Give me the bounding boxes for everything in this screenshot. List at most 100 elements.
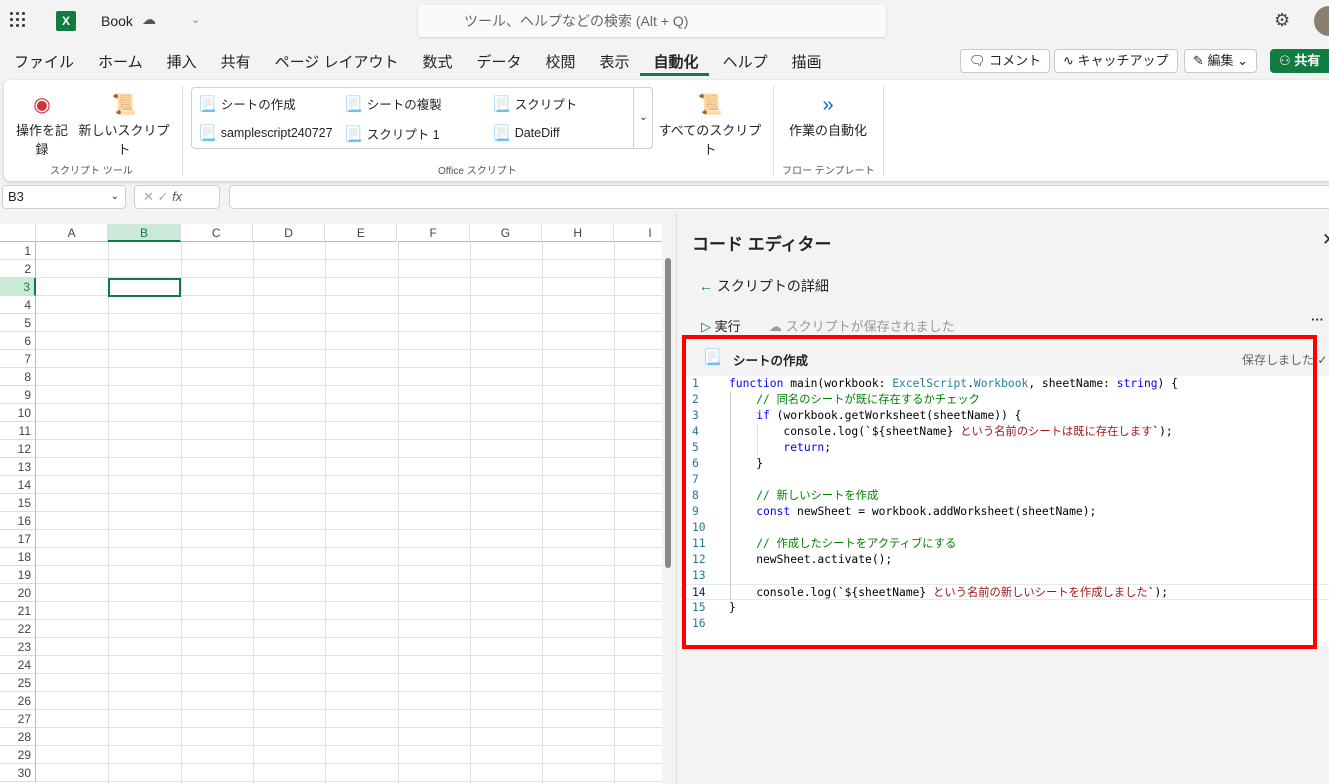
row-header[interactable]: 13 <box>0 458 36 476</box>
spreadsheet-grid[interactable]: A B C D E F G H I 1 2 3 4 5 6 7 8 9 10 11 12 13 14 15 16 17 18 19 20… <box>0 224 662 784</box>
row-header[interactable]: 18 <box>0 548 36 566</box>
row-header[interactable]: 30 <box>0 764 36 782</box>
column-header[interactable]: F <box>397 224 470 242</box>
back-button[interactable]: ← スクリプトの詳細 <box>699 276 829 296</box>
row-header[interactable]: 11 <box>0 422 36 440</box>
select-all-corner[interactable] <box>0 224 36 242</box>
row-header[interactable]: 7 <box>0 350 36 368</box>
row-header[interactable]: 17 <box>0 530 36 548</box>
document-title[interactable]: Book <box>101 13 133 29</box>
gridline <box>36 655 662 656</box>
row-header[interactable]: 12 <box>0 440 36 458</box>
gridline <box>614 242 616 784</box>
share-button[interactable]: ⚇ 共有 <box>1270 49 1329 73</box>
column-header[interactable]: G <box>469 224 543 242</box>
menu-tab[interactable]: 数式 <box>408 46 462 76</box>
new-script-label: 新しいスクリプト <box>78 123 170 157</box>
row-header[interactable]: 16 <box>0 512 36 530</box>
formula-input[interactable] <box>229 185 1329 209</box>
row-header[interactable]: 20 <box>0 584 36 602</box>
gridline <box>36 547 662 548</box>
menu-tab[interactable]: ホーム <box>84 46 153 76</box>
scrollbar-thumb[interactable] <box>665 258 671 568</box>
row-header[interactable]: 15 <box>0 494 36 512</box>
menu-tab[interactable]: ファイル <box>0 46 84 76</box>
menu-tab[interactable]: 挿入 <box>153 46 207 76</box>
row-header[interactable]: 23 <box>0 638 36 656</box>
cloud-sync-icon: ☁ <box>769 319 782 334</box>
avatar[interactable] <box>1314 6 1329 36</box>
menu-tab[interactable]: データ <box>463 46 532 76</box>
column-header[interactable]: B <box>108 224 181 242</box>
gridline <box>180 242 182 784</box>
chevron-down-icon[interactable]: ⌄ <box>191 13 200 26</box>
column-header[interactable]: A <box>36 224 109 242</box>
gridline <box>108 242 110 784</box>
script-icon: 📃 <box>344 95 363 113</box>
row-header[interactable]: 21 <box>0 602 36 620</box>
row-header[interactable]: 1 <box>0 242 36 260</box>
row-header[interactable]: 5 <box>0 314 36 332</box>
column-header[interactable]: I <box>614 224 662 242</box>
row-header[interactable]: 9 <box>0 386 36 404</box>
gallery-expand-button[interactable]: ⌄ <box>633 88 653 148</box>
name-box-value: B3 <box>8 189 24 204</box>
menu-tab[interactable]: 表示 <box>586 46 640 76</box>
script-item[interactable]: 📃 スクリプト 1 <box>344 124 440 143</box>
check-icon: ✓ <box>1317 353 1328 367</box>
menu-tab[interactable]: 共有 <box>207 46 261 76</box>
fx-icon[interactable]: fx <box>172 189 182 204</box>
edit-button[interactable]: ✎ 編集 ⌄ <box>1184 49 1258 73</box>
row-header[interactable]: 2 <box>0 260 36 278</box>
row-header[interactable]: 29 <box>0 746 36 764</box>
cancel-icon[interactable]: ✕ <box>143 189 154 204</box>
script-item[interactable]: 📃 DateDiff <box>492 124 560 142</box>
row-header[interactable]: 19 <box>0 566 36 584</box>
script-item[interactable]: 📃 スクリプト <box>492 94 577 113</box>
gear-icon[interactable]: ⚙ <box>1274 10 1290 31</box>
row-header[interactable]: 28 <box>0 728 36 746</box>
row-header[interactable]: 24 <box>0 656 36 674</box>
column-header[interactable]: C <box>180 224 253 242</box>
catchup-button[interactable]: ∿ キャッチアップ <box>1054 49 1178 73</box>
row-header[interactable]: 25 <box>0 674 36 692</box>
row-header[interactable]: 10 <box>0 404 36 422</box>
selected-cell[interactable] <box>108 278 181 297</box>
row-header[interactable]: 4 <box>0 296 36 314</box>
record-actions-button[interactable]: ◉ 操作を記録 <box>10 90 74 158</box>
menu-tab[interactable]: ページ レイアウト <box>261 46 409 76</box>
row-header[interactable]: 8 <box>0 368 36 386</box>
back-arrow-icon: ← <box>699 278 713 294</box>
column-header[interactable]: H <box>542 224 615 242</box>
enter-icon[interactable]: ✓ <box>158 189 169 204</box>
gridline <box>36 745 662 746</box>
column-header[interactable]: D <box>252 224 326 242</box>
search-input[interactable]: ツール、ヘルプなどの検索 (Alt + Q) <box>418 5 886 37</box>
row-header[interactable]: 22 <box>0 620 36 638</box>
gridline <box>36 475 662 476</box>
menu-tab[interactable]: 校閲 <box>532 46 586 76</box>
new-script-button[interactable]: 📜 新しいスクリプト <box>74 90 174 158</box>
menu-tab[interactable]: ヘルプ <box>709 46 778 76</box>
name-box[interactable]: B3 ⌄ <box>2 185 126 209</box>
script-item[interactable]: 📃 シートの複製 <box>344 94 442 113</box>
automate-work-button[interactable]: » 作業の自動化 <box>780 90 876 139</box>
comment-button[interactable]: 🗨 コメント <box>960 49 1051 73</box>
script-item[interactable]: 📃 シートの作成 <box>198 94 296 113</box>
menu-tab[interactable]: 自動化 <box>639 46 709 76</box>
more-options-icon[interactable]: ··· <box>1311 312 1324 327</box>
row-header[interactable]: 6 <box>0 332 36 350</box>
all-scripts-button[interactable]: 📜 すべてのスクリプト <box>654 90 766 158</box>
row-header[interactable]: 26 <box>0 692 36 710</box>
run-button[interactable]: ▷ 実行 <box>701 316 741 335</box>
row-header[interactable]: 14 <box>0 476 36 494</box>
menu-tab[interactable]: 描画 <box>778 46 832 76</box>
row-header[interactable]: 3 <box>0 278 36 296</box>
script-item[interactable]: 📃 samplescript240727 <box>198 124 333 142</box>
close-icon[interactable]: ✕ <box>1322 230 1329 250</box>
app-launcher-icon[interactable] <box>10 12 26 28</box>
row-header[interactable]: 27 <box>0 710 36 728</box>
share-label: 共有 <box>1294 53 1321 68</box>
vertical-scrollbar[interactable] <box>662 242 676 784</box>
column-header[interactable]: E <box>325 224 398 242</box>
